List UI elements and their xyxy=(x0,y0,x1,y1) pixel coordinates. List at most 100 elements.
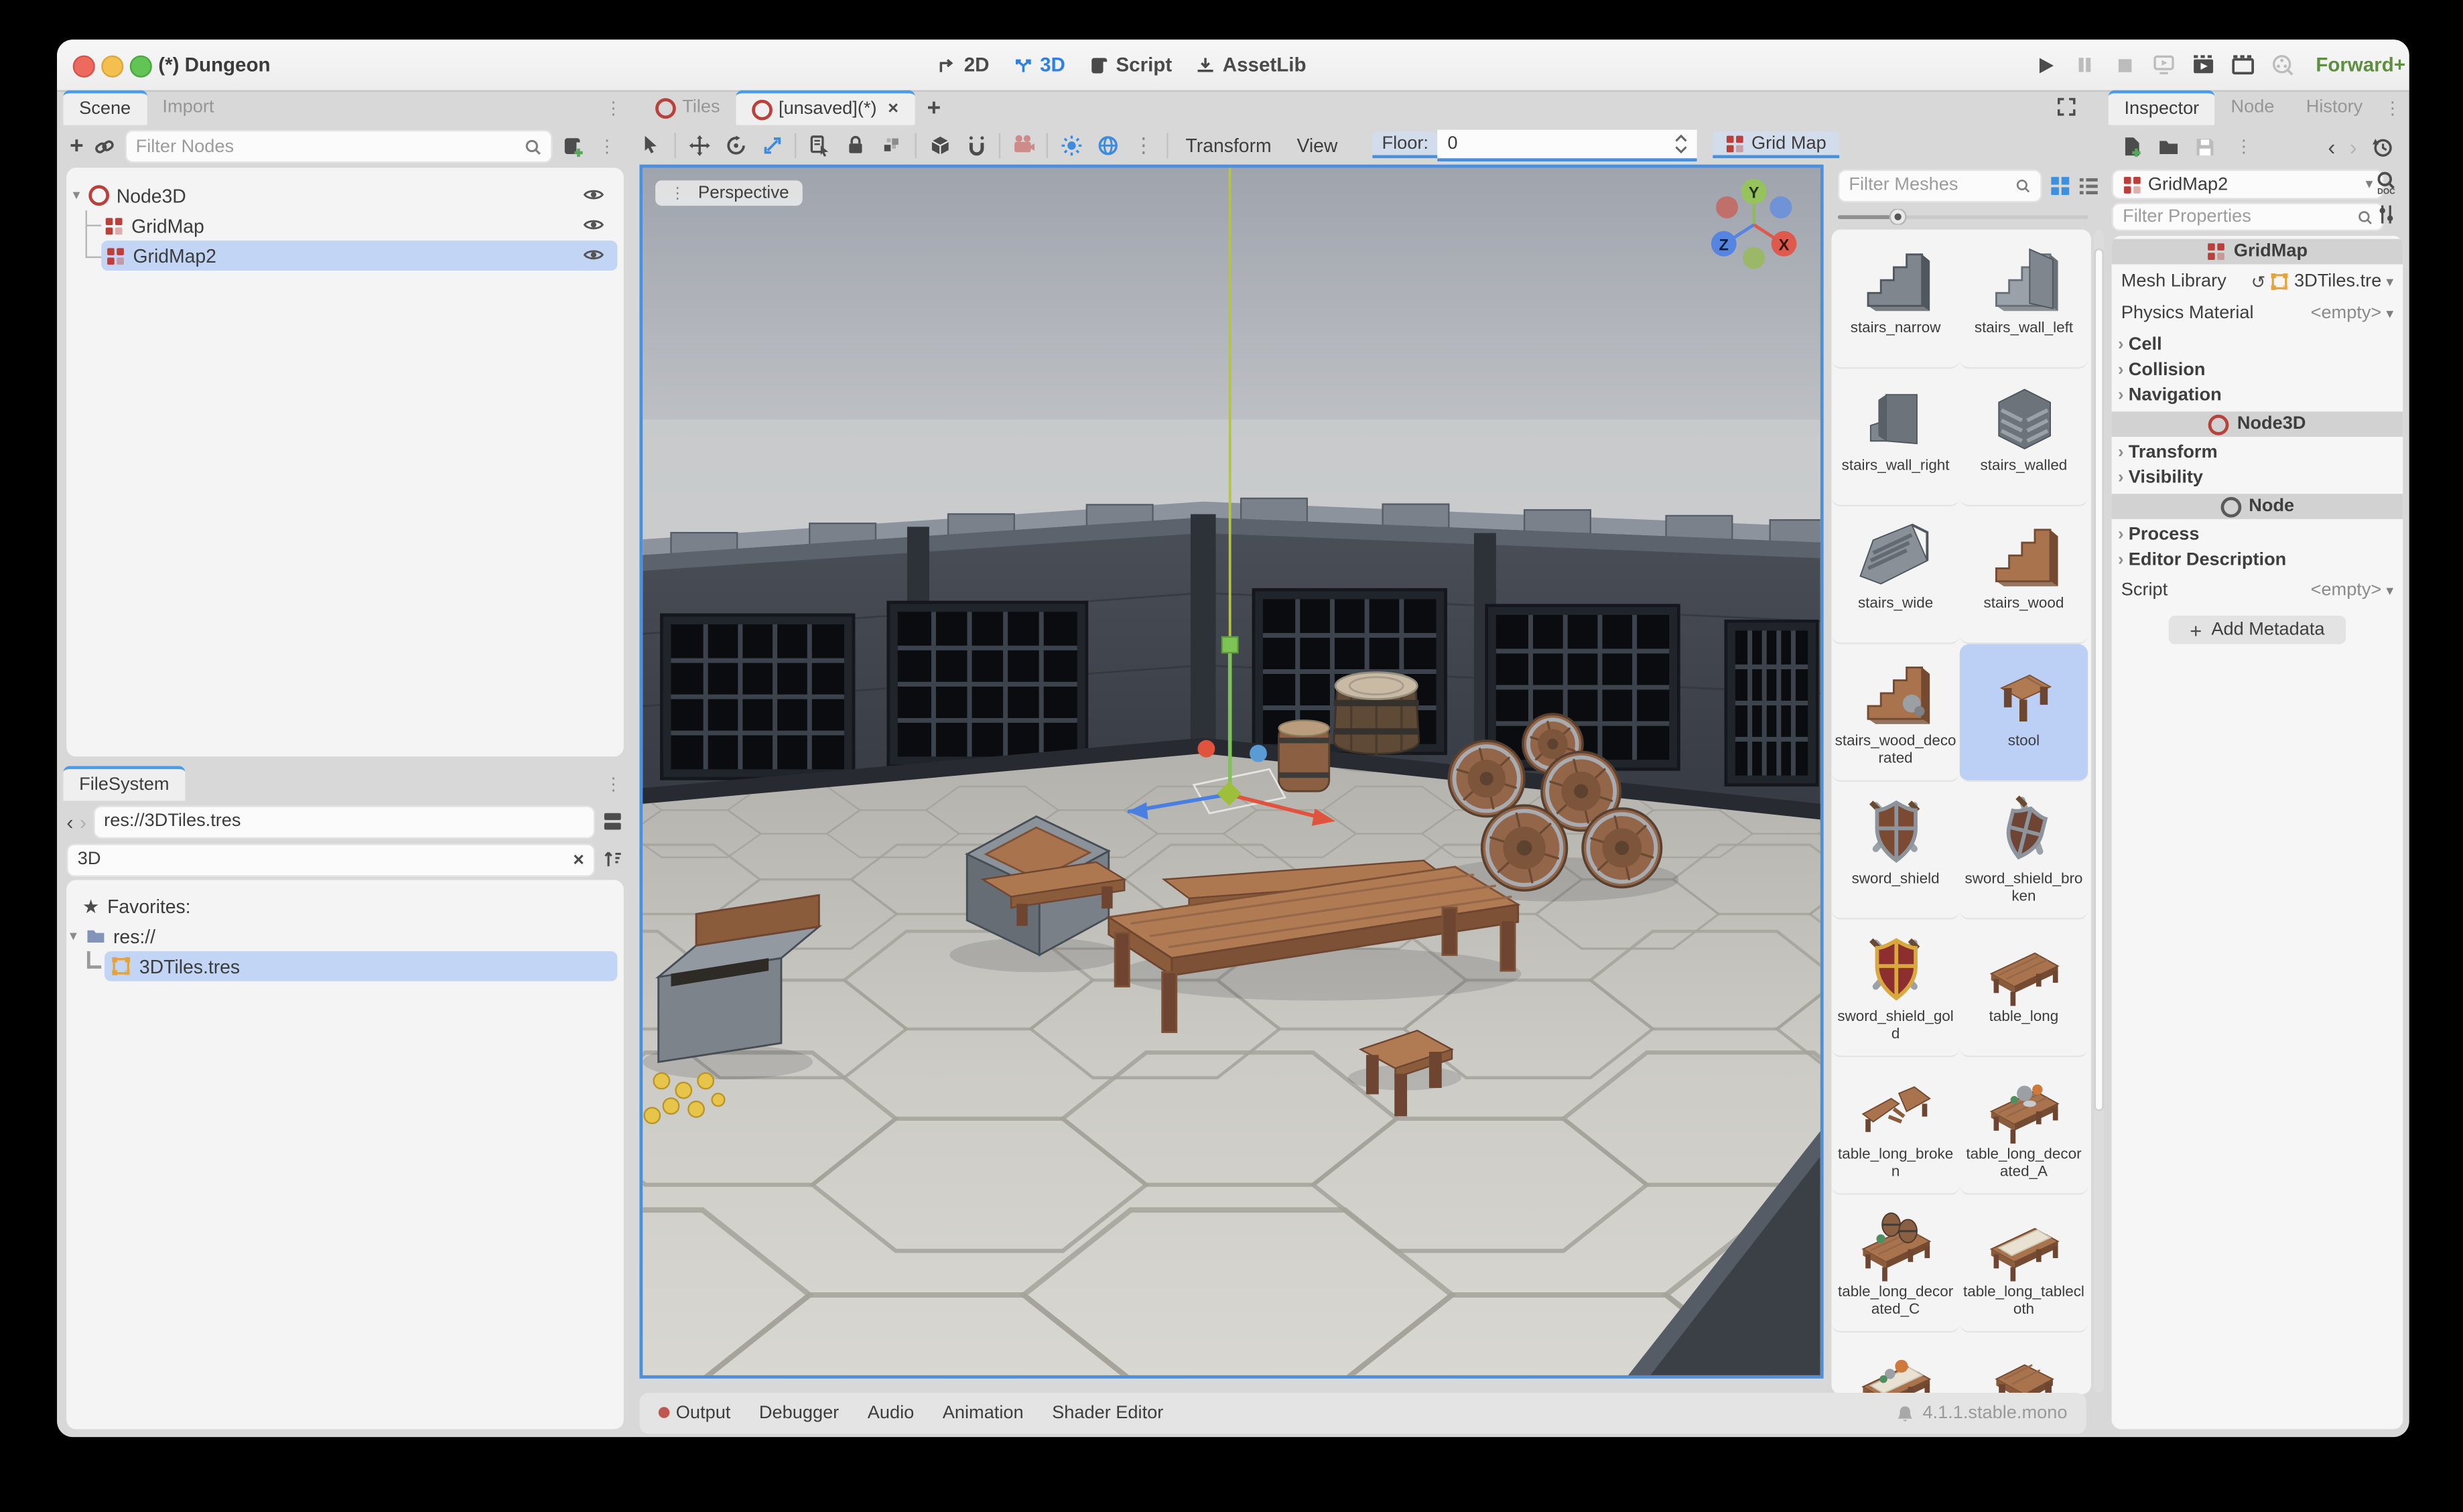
object-history-icon[interactable] xyxy=(2371,135,2393,157)
view-options-menu[interactable]: ⋮ xyxy=(1126,129,1162,161)
axis-orientation-gizmo[interactable]: Y Z X xyxy=(1703,174,1804,275)
move-tool[interactable] xyxy=(681,129,717,161)
switch-2d-button[interactable]: 2D xyxy=(937,54,990,76)
tree-node-node3d[interactable]: ▾ Node3D xyxy=(73,180,618,210)
mesh-item-stairs_wood[interactable]: stairs_wood xyxy=(1960,506,2088,644)
new-scene-tab-icon[interactable]: + xyxy=(915,95,954,122)
res-root-row[interactable]: ▾ res:// xyxy=(70,921,611,951)
split-view-icon[interactable] xyxy=(602,811,624,833)
history-back-icon[interactable]: ‹ xyxy=(66,809,73,833)
scene-tab-unsaved[interactable]: [unsaved](*)× xyxy=(736,90,914,125)
mesh-item-table-square[interactable] xyxy=(1960,1332,2088,1394)
mesh-item-sword_shield_gold[interactable]: sword_shield_gold xyxy=(1831,920,1959,1058)
bottom-tab-animation[interactable]: Animation xyxy=(943,1404,1024,1423)
mesh-item-table_long_decorated_A[interactable]: table_long_decorated_A xyxy=(1960,1057,2088,1195)
visibility-eye-icon[interactable] xyxy=(582,184,604,206)
clear-search-icon[interactable]: × xyxy=(573,848,584,870)
group-visibility[interactable]: ›Visibility xyxy=(2112,466,2403,491)
play-custom-scene-icon[interactable] xyxy=(2231,52,2256,78)
history-forward-icon[interactable]: › xyxy=(80,809,86,833)
save-resource-icon[interactable] xyxy=(2194,135,2216,157)
play-icon[interactable] xyxy=(2032,52,2058,78)
collapse-icon[interactable]: ▾ xyxy=(70,927,77,945)
scene-dock-menu-icon[interactable]: ⋮ xyxy=(600,98,626,119)
filesystem-dock-menu-icon[interactable]: ⋮ xyxy=(600,774,626,795)
tab-history[interactable]: History xyxy=(2290,90,2379,125)
tree-node-gridmap2-selected[interactable]: GridMap2 xyxy=(101,240,617,271)
sun-toggle[interactable] xyxy=(1053,129,1089,161)
filesystem-path[interactable]: res://3DTiles.tres xyxy=(93,805,596,838)
edited-object-selector[interactable]: GridMap2 ▾ xyxy=(2112,169,2384,200)
inspector-dock-menu-icon[interactable]: ⋮ xyxy=(2379,98,2406,119)
view-menu[interactable]: View xyxy=(1284,134,1351,156)
scene-tree-menu-icon[interactable]: ⋮ xyxy=(594,136,620,157)
tab-import[interactable]: Import xyxy=(147,90,230,125)
mesh-item-stairs_wood_decorated[interactable]: stairs_wood_decorated xyxy=(1831,644,1959,782)
group-collision[interactable]: ›Collision xyxy=(2112,358,2403,383)
mesh-item-stairs_wall_left[interactable]: stairs_wall_left xyxy=(1960,231,2088,369)
tab-node[interactable]: Node xyxy=(2215,90,2290,125)
renderer-selector[interactable]: Forward+▾ xyxy=(2316,54,2409,76)
mesh-item-stairs_wall_right[interactable]: stairs_wall_right xyxy=(1831,368,1959,506)
rotate-tool[interactable] xyxy=(717,129,753,161)
mesh-item-table_long[interactable]: table_long xyxy=(1960,920,2088,1058)
property-tools-icon[interactable] xyxy=(2376,204,2397,225)
sort-icon[interactable] xyxy=(602,848,624,870)
attach-script-icon[interactable] xyxy=(562,135,584,157)
file-3dtiles-selected[interactable]: 3DTiles.tres xyxy=(105,951,617,981)
mesh-library-value[interactable]: ↺ 3DTiles.tre ▾ xyxy=(2251,271,2393,292)
close-tab-icon[interactable]: × xyxy=(888,100,898,119)
environment-toggle[interactable] xyxy=(1089,129,1125,161)
spin-arrows-icon[interactable] xyxy=(1676,135,1688,153)
group-transform[interactable]: ›Transform xyxy=(2112,440,2403,466)
movie-mode-icon[interactable] xyxy=(2270,52,2295,78)
history-back-icon[interactable]: ‹ xyxy=(2328,134,2335,159)
scene-tab-tiles[interactable]: Tiles xyxy=(639,90,736,125)
expand-viewport-icon[interactable] xyxy=(2056,96,2077,117)
instance-scene-icon[interactable] xyxy=(93,135,115,157)
tab-scene[interactable]: Scene xyxy=(64,90,147,125)
group-process[interactable]: ›Process xyxy=(2112,523,2403,548)
bottom-tab-output[interactable]: Output xyxy=(659,1404,731,1423)
filter-nodes-field[interactable] xyxy=(125,130,552,163)
filter-meshes-input[interactable] xyxy=(1849,176,2015,194)
scale-tool[interactable] xyxy=(754,129,790,161)
bell-icon[interactable] xyxy=(1894,1403,1915,1424)
group-node-icon[interactable] xyxy=(874,129,910,161)
switch-script-button[interactable]: Script xyxy=(1089,54,1172,76)
list-select-tool[interactable] xyxy=(801,129,837,161)
grid-map-panel-button[interactable]: Grid Map xyxy=(1713,131,1839,158)
mesh-item-sword_shield_broken[interactable]: sword_shield_broken xyxy=(1960,782,2088,920)
visibility-eye-icon[interactable] xyxy=(582,214,604,236)
tab-filesystem[interactable]: FileSystem xyxy=(64,766,186,801)
reload-icon[interactable]: ↺ xyxy=(2251,271,2266,292)
add-node-icon[interactable]: + xyxy=(70,135,84,157)
3d-viewport[interactable]: ⋮ Perspective Y Z X xyxy=(639,165,1823,1379)
mesh-item-table-long-tablecloth-decorated[interactable] xyxy=(1831,1332,1959,1394)
resource-menu-icon[interactable]: ⋮ xyxy=(2231,136,2257,157)
bottom-tab-shader-editor[interactable]: Shader Editor xyxy=(1052,1404,1163,1423)
visibility-eye-icon[interactable] xyxy=(582,244,604,266)
mesh-item-sword_shield[interactable]: sword_shield xyxy=(1831,782,1959,920)
mesh-item-table_long_tablecloth[interactable]: table_long_tablecloth xyxy=(1960,1195,2088,1333)
mesh-item-stairs_wide[interactable]: stairs_wide xyxy=(1831,506,1959,644)
load-resource-icon[interactable] xyxy=(2157,135,2180,157)
mesh-list-scrollbar[interactable] xyxy=(2094,230,2104,1393)
mesh-item-stairs_narrow[interactable]: stairs_narrow xyxy=(1831,231,1959,369)
filter-properties-field[interactable] xyxy=(2112,202,2384,231)
mesh-item-table_long_broken[interactable]: table_long_broken xyxy=(1831,1057,1959,1195)
select-tool[interactable] xyxy=(633,129,669,161)
history-forward-icon[interactable]: › xyxy=(2350,134,2357,159)
filter-meshes-field[interactable] xyxy=(1838,169,2042,202)
mesh-item-stairs_walled[interactable]: stairs_walled xyxy=(1960,368,2088,506)
minimize-window-button[interactable] xyxy=(101,56,123,78)
add-metadata-button[interactable]: +Add Metadata xyxy=(2169,616,2346,644)
filter-properties-input[interactable] xyxy=(2123,207,2356,226)
open-docs-icon[interactable]: DOC xyxy=(2375,171,2398,194)
close-window-button[interactable] xyxy=(73,56,95,78)
bottom-tab-debugger[interactable]: Debugger xyxy=(759,1404,839,1423)
thumbnail-size-slider[interactable] xyxy=(1838,209,2088,225)
new-resource-icon[interactable] xyxy=(2121,135,2143,157)
script-value[interactable]: <empty>▾ xyxy=(2311,581,2394,600)
favorites-row[interactable]: ★ Favorites: xyxy=(82,891,611,921)
